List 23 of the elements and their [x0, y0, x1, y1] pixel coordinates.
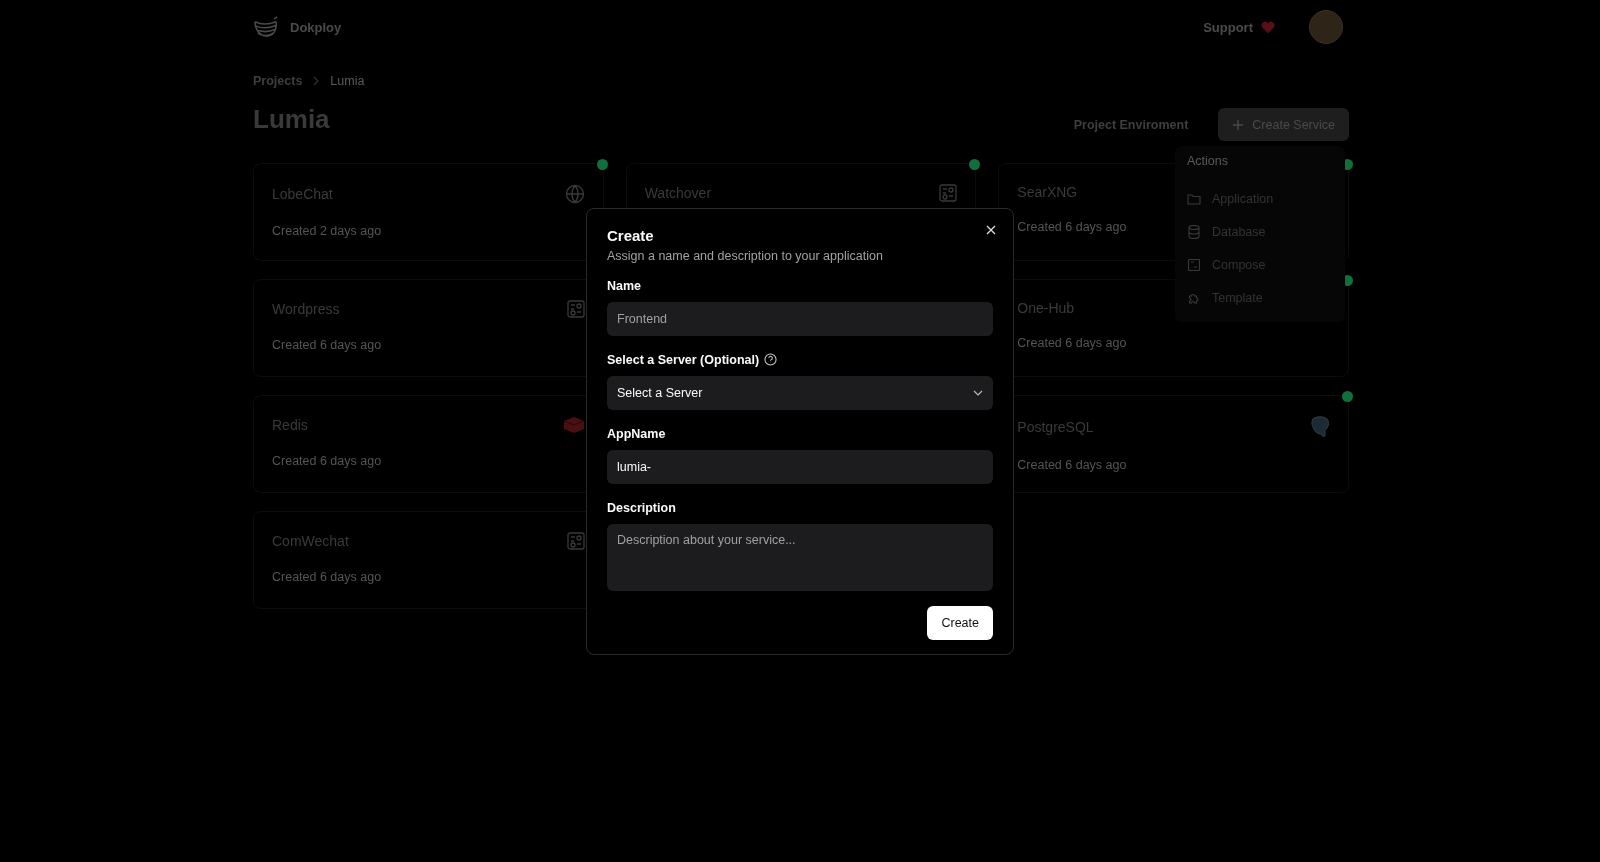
field-label: Select a Server (Optional): [607, 353, 760, 367]
service-name: LobeChat: [272, 186, 333, 202]
service-name: One-Hub: [1017, 300, 1075, 316]
service-name: Redis: [272, 417, 308, 433]
service-name: PostgreSQL: [1017, 419, 1094, 435]
service-name: Wordpress: [272, 301, 340, 317]
service-name: Watchover: [644, 185, 712, 201]
created-date: Created 6 days ago: [1017, 458, 1127, 472]
created-date: Created 6 days ago: [1017, 336, 1127, 350]
service-name: ComWechat: [272, 533, 349, 549]
service-name: SearXNG: [1017, 184, 1078, 200]
created-date: Created 6 days ago: [272, 454, 382, 468]
field-label: Description: [607, 501, 677, 515]
created-date: Created 6 days ago: [272, 338, 382, 352]
field-label: AppName: [607, 427, 667, 441]
dialog-subtitle: Assign a name and description to your application: [607, 249, 884, 263]
field-label: Name: [607, 279, 643, 293]
brand-name: Dokploy: [290, 19, 342, 35]
page-title: Lumia: [253, 104, 330, 135]
created-date: Created 6 days ago: [272, 570, 382, 584]
created-date: Created 6 days ago: [1017, 220, 1127, 234]
dialog-title: Create: [607, 227, 654, 244]
created-date: Created 2 days ago: [272, 224, 382, 238]
